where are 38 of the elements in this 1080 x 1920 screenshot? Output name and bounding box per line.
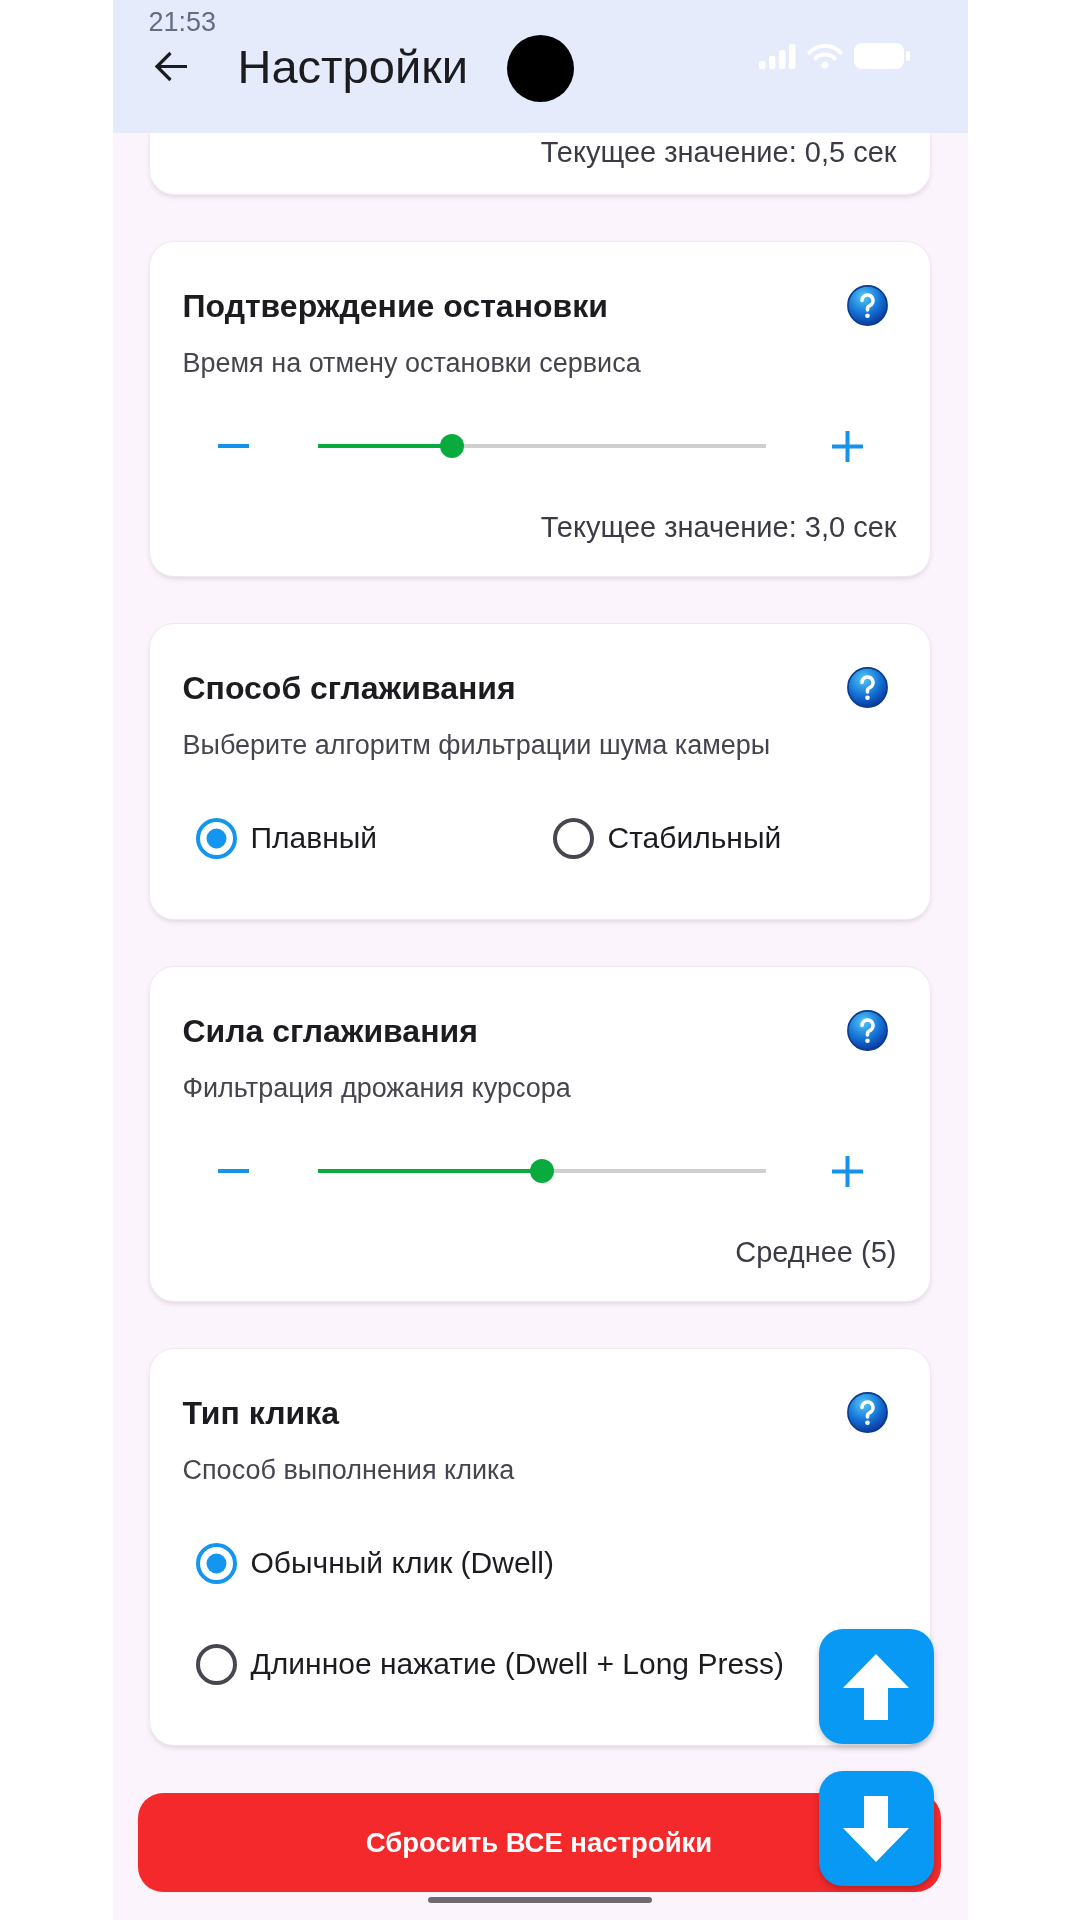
plus-icon[interactable]: [832, 430, 863, 462]
back-arrow-icon[interactable]: [153, 51, 188, 82]
arrow-down-icon: [843, 1795, 909, 1862]
current-value: Текущее значение: 3,0 сек: [539, 510, 897, 544]
option-label: Стабильный: [607, 820, 782, 856]
help-icon[interactable]: [846, 667, 888, 708]
camera-cutout-icon: [506, 35, 574, 102]
radio-button[interactable]: [552, 817, 594, 859]
radio-button[interactable]: [195, 817, 237, 859]
option-label: Плавный: [250, 820, 378, 856]
setting-description: Выберите алгоритм фильтрации шума камеры: [182, 729, 772, 761]
scroll-down-button[interactable]: [818, 1771, 934, 1886]
setting-description: Фильтрация дрожания курсора: [182, 1072, 572, 1104]
setting-title: Подтверждение остановки: [182, 287, 608, 324]
screen-title: Настройки: [237, 39, 468, 94]
wifi-icon: [806, 43, 843, 69]
status-time: 21:53: [148, 6, 217, 38]
setting-description: Время на отмену остановки сервиса: [182, 347, 642, 379]
scroll-up-button[interactable]: [818, 1629, 934, 1744]
radio-button[interactable]: [195, 1542, 237, 1584]
setting-title: Способ сглаживания: [182, 669, 516, 706]
help-icon[interactable]: [846, 1010, 888, 1051]
help-icon[interactable]: [846, 1392, 888, 1433]
plus-icon[interactable]: [832, 1155, 863, 1187]
battery-icon: [853, 43, 910, 69]
slider-thumb[interactable]: [529, 1159, 554, 1183]
radio-button[interactable]: [195, 1643, 237, 1685]
current-value: Текущее значение: 0,5 сек: [539, 135, 897, 169]
option-label: Обычный клик (Dwell): [250, 1545, 554, 1581]
arrow-up-icon: [843, 1653, 909, 1720]
slider-thumb[interactable]: [439, 434, 464, 458]
setting-description: Способ выполнения клика: [182, 1454, 516, 1486]
setting-title: Сила сглаживания: [182, 1012, 478, 1049]
help-icon[interactable]: [846, 285, 888, 326]
setting-title: Тип клика: [182, 1394, 339, 1431]
signal-icon: [758, 43, 796, 69]
current-value: Среднее (5): [734, 1235, 897, 1269]
option-label: Длинное нажатие (Dwell + Long Press): [250, 1646, 785, 1682]
